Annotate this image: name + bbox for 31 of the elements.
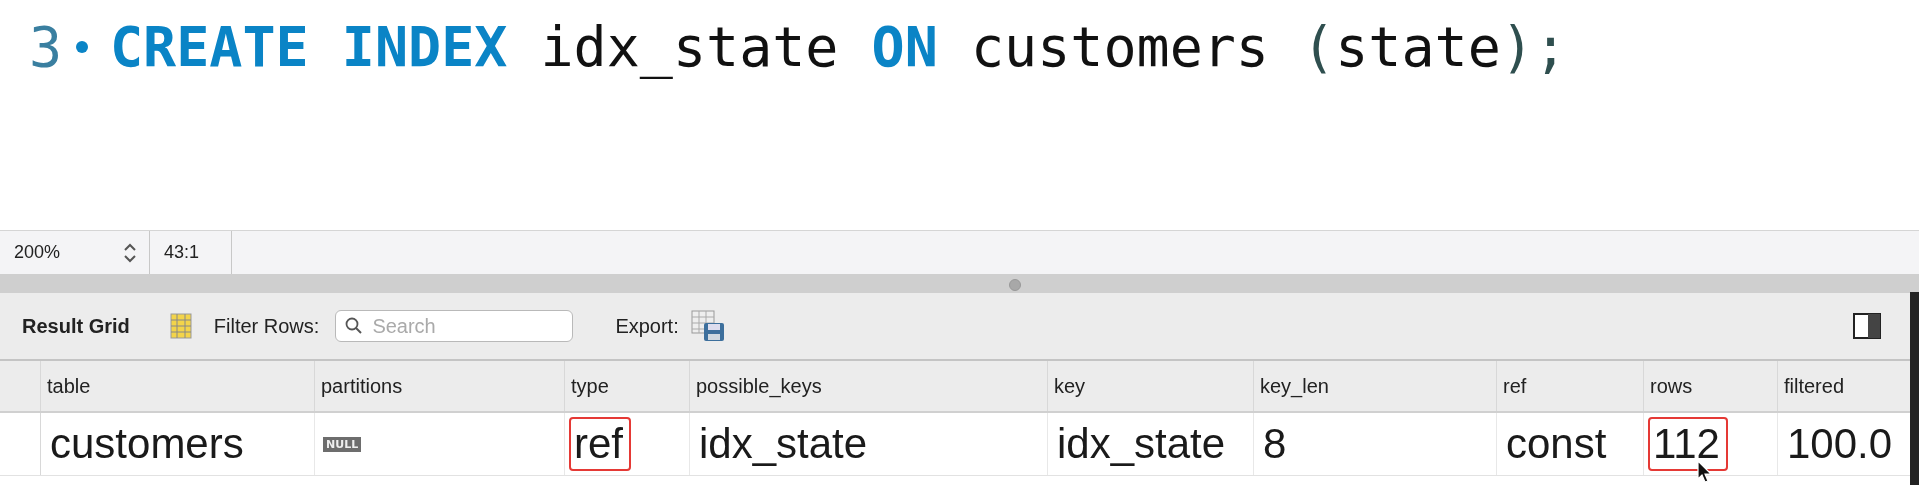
column-header[interactable]: table <box>47 375 91 397</box>
column-header[interactable]: key_len <box>1260 375 1329 397</box>
statement-marker-icon <box>76 41 88 53</box>
table-cell: ref <box>569 417 631 471</box>
export-label: Export: <box>615 314 679 338</box>
table-cell-text: const <box>1505 419 1608 469</box>
column-header[interactable]: possible_keys <box>696 375 822 397</box>
cursor-position: 43:1 <box>164 242 200 263</box>
filter-label: Filter Rows: <box>213 314 320 338</box>
export-icon[interactable] <box>690 310 725 342</box>
null-badge: NULL <box>323 436 362 452</box>
column-header[interactable]: filtered <box>1784 375 1845 397</box>
code-line: CREATE INDEX idx_state ON customers (state); <box>110 15 1568 79</box>
column-header[interactable]: type <box>571 375 609 397</box>
splitter-handle[interactable] <box>1009 279 1021 291</box>
result-grid-title: Result Grid <box>22 314 130 338</box>
table-cell-text: idx_state <box>1056 419 1227 469</box>
search-icon <box>345 317 364 335</box>
grid-icon[interactable] <box>169 313 192 339</box>
column-header[interactable]: partitions <box>321 375 403 397</box>
table-cell-text: 100.0 <box>1786 419 1894 469</box>
table-cell-text: idx_state <box>698 419 869 469</box>
search-field[interactable]: Search <box>335 310 574 342</box>
stepper-icon <box>123 241 137 264</box>
table-cell-text: 8 <box>1262 419 1288 469</box>
table-cell-text: customers <box>49 419 245 469</box>
column-header[interactable]: rows <box>1650 375 1693 397</box>
line-number: 3 <box>27 15 62 79</box>
panel-toggle-icon[interactable] <box>1853 313 1881 339</box>
column-header[interactable]: key <box>1054 375 1086 397</box>
column-header[interactable]: ref <box>1503 375 1527 397</box>
